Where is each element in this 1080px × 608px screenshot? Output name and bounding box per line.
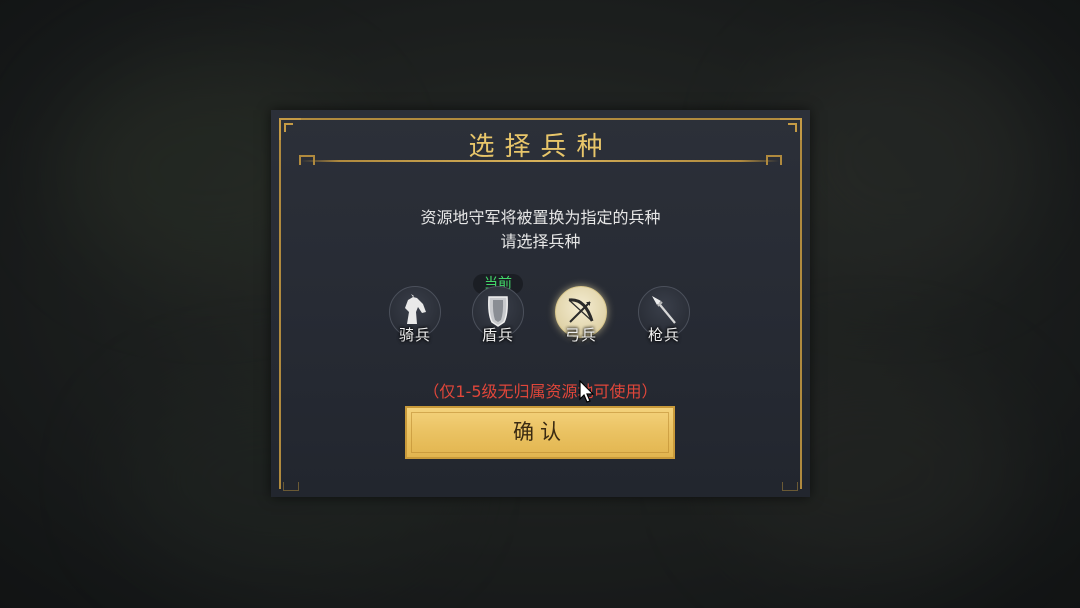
troop-option-cavalry[interactable]: 骑兵 (389, 286, 441, 344)
spear-icon (652, 296, 676, 324)
troop-label: 弓兵 (564, 326, 597, 344)
troop-label: 盾兵 (481, 326, 514, 344)
troop-option-shield[interactable]: 盾兵 (472, 286, 524, 344)
troop-option-archer[interactable]: 弓兵 (555, 286, 607, 344)
horse-icon (405, 294, 426, 324)
troop-option-spear[interactable]: 枪兵 (638, 286, 690, 344)
mouse-cursor-icon (579, 380, 595, 403)
confirm-button[interactable]: 确认 (405, 406, 675, 459)
troop-label: 骑兵 (398, 326, 431, 344)
frame-corner-ornament (782, 482, 798, 491)
troop-label: 枪兵 (647, 326, 680, 344)
dialog-prompt: 请选择兵种 (500, 232, 581, 251)
dialog-description: 资源地守军将被置换为指定的兵种 (420, 208, 661, 227)
bow-icon (568, 298, 594, 323)
divider-ornament (766, 155, 782, 165)
shield-icon (488, 296, 508, 327)
divider-ornament (299, 155, 315, 165)
dialog-title: 选择兵种 (468, 132, 613, 162)
frame-corner-ornament (283, 482, 299, 491)
troop-select-dialog: 选择兵种 资源地守军将被置换为指定的兵种 请选择兵种 当前 骑兵 盾兵 弓兵 枪… (271, 110, 810, 497)
usage-notice: （仅1-5级无归属资源地可使用） (423, 382, 658, 401)
title-divider (301, 160, 779, 162)
